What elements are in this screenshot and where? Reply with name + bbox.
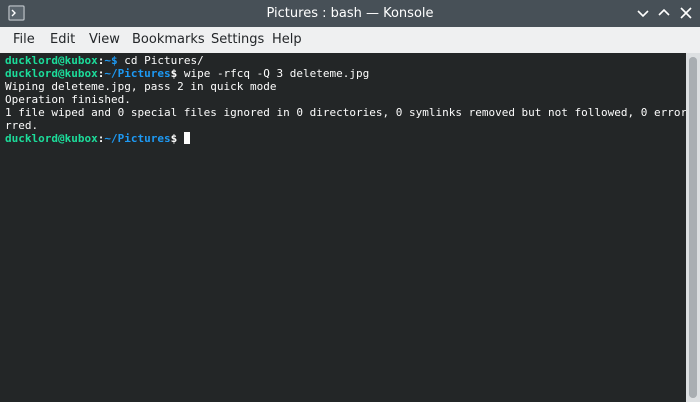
menu-file[interactable]: File — [13, 27, 35, 53]
terminal-line: ducklord@kubox:~/Pictures$ wipe -rfcq -Q… — [5, 67, 370, 80]
text-cursor — [183, 132, 190, 144]
scrollbar-thumb[interactable] — [689, 57, 697, 398]
prompt-user: ducklord@kubox — [5, 132, 98, 145]
chevron-down-icon[interactable] — [634, 4, 652, 22]
prompt-user: ducklord@kubox — [5, 54, 98, 67]
terminal-line: Wiping deleteme.jpg, pass 2 in quick mod… — [5, 80, 277, 93]
terminal-line: Operation finished. — [5, 93, 131, 106]
prompt-path: ~/Pictures — [104, 67, 171, 80]
terminal-output[interactable]: ducklord@kubox:~$ cd Pictures/ ducklord@… — [0, 53, 694, 402]
title-bar[interactable]: Pictures : bash — Konsole — [0, 0, 700, 27]
terminal-line: rred. — [5, 119, 39, 132]
close-icon[interactable] — [677, 4, 695, 22]
konsole-window: Pictures : bash — Konsole File Edit View… — [0, 0, 700, 402]
menu-view[interactable]: View — [89, 27, 120, 53]
prompt-path: ~$ — [104, 54, 118, 67]
menu-edit[interactable]: Edit — [50, 27, 75, 53]
prompt-user: ducklord@kubox — [5, 67, 98, 80]
terminal-line: 1 file wiped and 0 special files ignored… — [5, 106, 700, 119]
prompt-dollar: $ — [170, 132, 178, 145]
command-text: wipe -rfcq -Q 3 deleteme.jpg — [177, 67, 370, 80]
menu-settings[interactable]: Settings — [211, 27, 264, 53]
menu-bookmarks[interactable]: Bookmarks — [132, 27, 205, 53]
menu-help[interactable]: Help — [272, 27, 302, 53]
scrollbar-track[interactable] — [689, 57, 697, 398]
command-text: cd Pictures/ — [117, 54, 204, 67]
prompt-path: ~/Pictures — [104, 132, 171, 145]
window-title: Pictures : bash — Konsole — [266, 6, 434, 21]
chevron-up-icon[interactable] — [655, 4, 673, 22]
terminal-line: ducklord@kubox:~$ cd Pictures/ — [5, 54, 204, 67]
menu-bar: File Edit View Bookmarks Settings Help — [0, 27, 700, 53]
vertical-scrollbar[interactable] — [686, 53, 700, 402]
terminal-line: ducklord@kubox:~/Pictures$ — [5, 132, 190, 145]
